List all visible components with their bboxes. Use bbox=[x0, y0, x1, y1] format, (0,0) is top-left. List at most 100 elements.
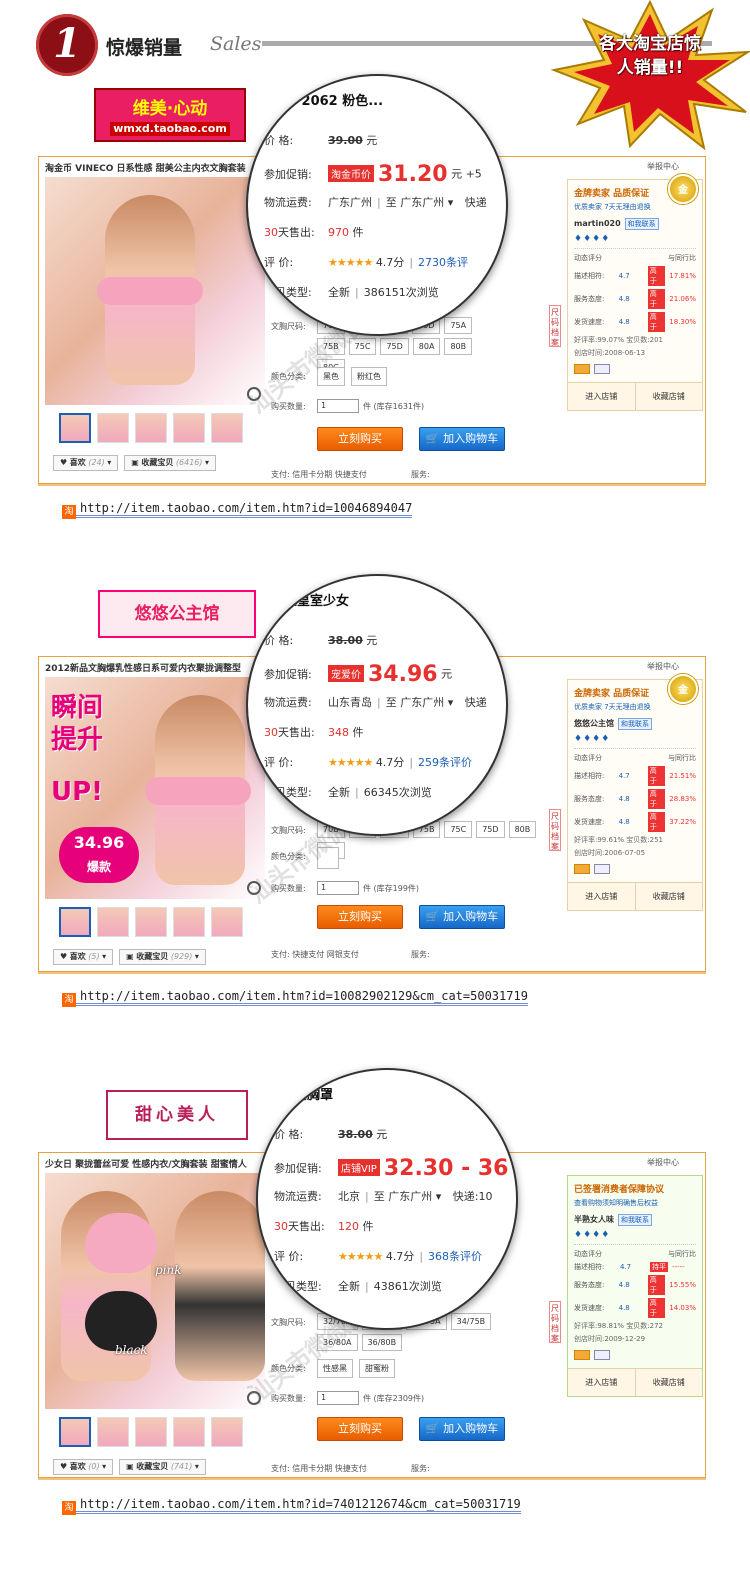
size-option[interactable]: 36/80B bbox=[361, 1334, 403, 1351]
thumbnail[interactable] bbox=[97, 1417, 129, 1447]
buy-now-button[interactable]: 立刻购买 bbox=[317, 1417, 403, 1441]
favorite-button[interactable]: ▣ 收藏宝贝 (929) ▾ bbox=[119, 949, 206, 965]
size-archive-tag[interactable]: 尺码档案 bbox=[549, 305, 561, 347]
size-option[interactable]: 80B bbox=[444, 338, 473, 355]
product-title[interactable]: 2012新品文胸爆乳性感日系可爱内衣聚拢调整型 bbox=[45, 661, 241, 674]
review-count-link[interactable]: 259条评价 bbox=[418, 756, 472, 769]
taobao-icon: 淘 bbox=[62, 505, 76, 519]
product-main-image[interactable]: 瞬间 提升 UP! 34.96 爆款 bbox=[45, 677, 265, 899]
enter-shop-button[interactable]: 进入店铺 bbox=[568, 883, 635, 910]
dynamic-rating-label: 动态评分 bbox=[574, 754, 602, 762]
thumbnail[interactable] bbox=[59, 1417, 91, 1447]
like-button[interactable]: ♥ 喜欢 (5) ▾ bbox=[53, 949, 114, 965]
product-url[interactable]: 淘 http://item.taobao.com/item.htm?id=1008… bbox=[62, 988, 528, 1007]
ship-to[interactable]: 至 广东广州 bbox=[386, 196, 445, 209]
quantity-input[interactable]: 1 bbox=[317, 881, 359, 895]
payment-methods: 支付: 快捷支付 网银支付 bbox=[271, 950, 359, 959]
guarantee-sub[interactable]: 优质卖家 7天无理由退换 bbox=[574, 202, 696, 212]
store-logo[interactable]: 甜心美人 bbox=[106, 1090, 248, 1140]
enter-shop-button[interactable]: 进入店铺 bbox=[568, 383, 635, 410]
size-option[interactable]: 75D bbox=[476, 821, 505, 838]
thumbnail[interactable] bbox=[173, 907, 205, 937]
guarantee-sub[interactable]: 优质卖家 7天无理由退换 bbox=[574, 702, 696, 712]
size-option[interactable]: 80A bbox=[412, 338, 441, 355]
thumbnail[interactable] bbox=[211, 1417, 243, 1447]
favorite-count: (929) bbox=[170, 952, 193, 961]
color-swatch[interactable] bbox=[317, 847, 339, 869]
size-option[interactable]: 75A bbox=[444, 317, 473, 334]
color-option[interactable]: 性感黑 bbox=[317, 1359, 353, 1378]
seller-name[interactable]: martin020 bbox=[574, 219, 621, 228]
ship-to[interactable]: 至 广东广州 bbox=[374, 1190, 433, 1203]
thumbnail[interactable] bbox=[173, 1417, 205, 1447]
product-title[interactable]: 淘金币 VINECO 日系性感 甜美公主内衣文胸套装 bbox=[45, 161, 246, 174]
size-archive-tag[interactable]: 尺码档案 bbox=[549, 809, 561, 851]
contact-seller-button[interactable]: 和我联系 bbox=[618, 1214, 652, 1226]
image-overlay-text: pink bbox=[155, 1263, 182, 1277]
product-main-image[interactable] bbox=[45, 177, 265, 405]
rating-row: 描述相符: 4.7 持平 ----- bbox=[574, 1262, 696, 1272]
size-option[interactable]: 36/80A bbox=[317, 1334, 358, 1351]
rating-row-pct: 18.30% bbox=[669, 318, 696, 326]
add-to-cart-button[interactable]: 🛒 加入购物车 bbox=[419, 427, 505, 451]
thumbnail[interactable] bbox=[97, 907, 129, 937]
quantity-input[interactable]: 1 bbox=[317, 1391, 359, 1405]
product-url[interactable]: 淘 http://item.taobao.com/item.htm?id=1004… bbox=[62, 500, 413, 519]
size-archive-tag[interactable]: 尺码档案 bbox=[549, 1301, 561, 1343]
rating-row-value: 4.8 bbox=[618, 795, 630, 803]
report-link[interactable]: 举报中心 bbox=[647, 1157, 679, 1168]
quantity-input[interactable]: 1 bbox=[317, 399, 359, 413]
like-label: 喜欢 bbox=[69, 458, 86, 467]
ship-to[interactable]: 至 广东广州 bbox=[386, 696, 445, 709]
thumbnail[interactable] bbox=[135, 413, 167, 443]
store-logo[interactable]: 维美·心动 wmxd.taobao.com bbox=[94, 88, 246, 142]
zoom-icon[interactable] bbox=[247, 387, 261, 401]
thumbnail[interactable] bbox=[59, 907, 91, 937]
size-option[interactable]: 34/75B bbox=[450, 1313, 492, 1330]
product-main-image[interactable]: pink black bbox=[45, 1173, 265, 1409]
review-count-link[interactable]: 2730条评 bbox=[418, 256, 468, 269]
review-count-link[interactable]: 368条评价 bbox=[428, 1250, 482, 1263]
favorite-button[interactable]: ▣ 收藏宝贝 (6416) ▾ bbox=[124, 455, 217, 471]
zoom-icon[interactable] bbox=[247, 881, 261, 895]
size-option[interactable]: 75D bbox=[380, 338, 409, 355]
thumbnail[interactable] bbox=[211, 413, 243, 443]
add-to-cart-button[interactable]: 🛒 加入购物车 bbox=[419, 1417, 505, 1441]
product-title[interactable]: 少女日 聚拢蕾丝可爱 性感内衣/文胸套装 甜蜜情人 bbox=[45, 1157, 247, 1170]
like-button[interactable]: ♥ 喜欢 (0) ▾ bbox=[53, 1459, 114, 1475]
favorite-shop-button[interactable]: 收藏店铺 bbox=[634, 383, 702, 410]
size-option[interactable]: 75C bbox=[444, 821, 473, 838]
zoom-icon[interactable] bbox=[247, 1391, 261, 1405]
contact-seller-button[interactable]: 和我联系 bbox=[624, 218, 659, 230]
thumbnail[interactable] bbox=[211, 907, 243, 937]
contact-seller-button[interactable]: 和我联系 bbox=[618, 718, 652, 730]
rating-row-label: 服务态度: bbox=[574, 795, 605, 803]
size-option[interactable]: 75B bbox=[317, 338, 345, 355]
product-url[interactable]: 淘 http://item.taobao.com/item.htm?id=7401… bbox=[62, 1496, 521, 1515]
thumbnail[interactable] bbox=[173, 413, 205, 443]
report-link[interactable]: 举报中心 bbox=[647, 661, 679, 672]
color-option[interactable]: 甜蜜粉 bbox=[359, 1359, 395, 1378]
thumbnail[interactable] bbox=[97, 413, 129, 443]
favorite-shop-button[interactable]: 收藏店铺 bbox=[634, 1369, 702, 1396]
favorite-button[interactable]: ▣ 收藏宝贝 (741) ▾ bbox=[119, 1459, 206, 1475]
color-option[interactable]: 黑色 bbox=[317, 367, 345, 386]
buy-now-button[interactable]: 立刻购买 bbox=[317, 427, 403, 451]
like-button[interactable]: ♥ 喜欢 (24) ▾ bbox=[53, 455, 119, 471]
seller-name[interactable]: 半熟女人味 bbox=[574, 1215, 614, 1224]
enter-shop-button[interactable]: 进入店铺 bbox=[568, 1369, 635, 1396]
color-option[interactable]: 粉红色 bbox=[351, 367, 387, 386]
thumbnail[interactable] bbox=[59, 413, 91, 443]
thumbnail[interactable] bbox=[135, 907, 167, 937]
add-to-cart-button[interactable]: 🛒 加入购物车 bbox=[419, 905, 505, 929]
buy-now-button[interactable]: 立刻购买 bbox=[317, 905, 403, 929]
size-option[interactable]: 75C bbox=[348, 338, 377, 355]
seller-name[interactable]: 悠悠公主馆 bbox=[574, 719, 614, 728]
report-link[interactable]: 举报中心 bbox=[647, 161, 679, 172]
favorite-shop-button[interactable]: 收藏店铺 bbox=[634, 883, 702, 910]
size-option[interactable]: 80B bbox=[508, 821, 537, 838]
store-logo[interactable]: 悠悠公主馆 bbox=[98, 590, 256, 638]
guarantee-sub[interactable]: 查看购物须知明确售后权益 bbox=[574, 1198, 696, 1208]
thumbnail[interactable] bbox=[135, 1417, 167, 1447]
rating-row-pct: 21.06% bbox=[669, 295, 696, 303]
